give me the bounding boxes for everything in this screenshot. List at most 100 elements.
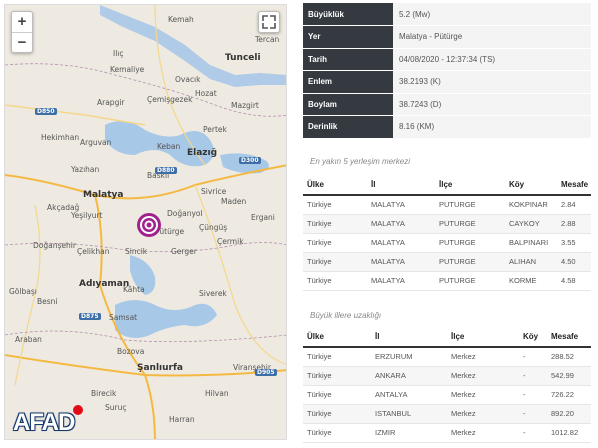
city-label: Ilıç <box>113 49 124 58</box>
info-row-latitude: Enlem 38.2193 (K) <box>303 70 591 94</box>
earthquake-info-table: Büyüklük 5.2 (Mw) Yer Malatya - Pütürge … <box>303 3 591 139</box>
city-label: Hekimhan <box>41 133 80 142</box>
city-label: Elazığ <box>187 148 218 158</box>
distances-section-title: Büyük illere uzaklığı <box>310 311 382 320</box>
table-row: Türkiye ANTALYA Merkez - 726.22 <box>303 385 591 405</box>
table-cell: PUTURGE <box>435 252 505 272</box>
city-label: Sivrice <box>201 187 227 196</box>
table-cell: 3.55 <box>557 233 591 253</box>
city-label: Besni <box>37 297 58 306</box>
column-header: Mesafe <box>557 175 591 196</box>
table-cell: 2.88 <box>557 214 591 234</box>
city-label: Hilvan <box>205 389 229 398</box>
table-cell: MALATYA <box>367 271 435 291</box>
table-cell: ISTANBUL <box>371 404 447 424</box>
city-label: Yazıhan <box>71 165 100 174</box>
road-shield: D880 <box>155 167 177 174</box>
info-key: Büyüklük <box>303 3 393 26</box>
info-value: 38.2193 (K) <box>393 70 591 94</box>
table-cell: ANKARA <box>371 366 447 386</box>
info-key: Tarih <box>303 48 393 71</box>
major-cities-distance-table: Ülke İl İlçe Köy Mesafe Türkiye ERZURUM … <box>303 327 591 443</box>
info-row-depth: Derinlik 8.16 (KM) <box>303 115 591 139</box>
road-shield: D300 <box>239 157 261 164</box>
table-cell: - <box>519 423 547 443</box>
city-label: Birecik <box>91 389 117 398</box>
column-header: İlçe <box>447 327 519 348</box>
table-cell: KORME <box>505 271 557 291</box>
table-row: Türkiye ERZURUM Merkez - 288.52 <box>303 347 591 367</box>
table-cell: ERZURUM <box>371 347 447 367</box>
nearest-section-title: En yakın 5 yerleşim merkezi <box>310 157 411 166</box>
city-label: Çelikhan <box>77 247 110 256</box>
city-label: Doğanşehir <box>33 241 76 250</box>
city-label: Araban <box>15 335 42 344</box>
epicenter-marker-icon[interactable] <box>136 212 162 238</box>
table-cell: MALATYA <box>367 233 435 253</box>
road-shield: D850 <box>35 108 57 115</box>
info-row-magnitude: Büyüklük 5.2 (Mw) <box>303 3 591 26</box>
table-cell: Türkiye <box>303 195 367 215</box>
table-cell: ALIHAN <box>505 252 557 272</box>
table-cell: PUTURGE <box>435 214 505 234</box>
table-cell: IZMIR <box>371 423 447 443</box>
city-label: Kemah <box>168 15 194 24</box>
fullscreen-button[interactable] <box>258 11 280 33</box>
city-label: Çemişgezek <box>147 95 193 104</box>
nearest-settlements-table: Ülke İl İlçe Köy Mesafe Türkiye MALATYA … <box>303 175 591 291</box>
table-cell: Türkiye <box>303 404 371 424</box>
table-cell: PUTURGE <box>435 271 505 291</box>
info-key: Boylam <box>303 93 393 116</box>
table-row: Türkiye ANKARA Merkez - 542.99 <box>303 366 591 386</box>
city-label: Arapgir <box>97 98 125 107</box>
table-cell: 726.22 <box>547 385 591 405</box>
info-value: 8.16 (KM) <box>393 115 591 139</box>
table-cell: 892.20 <box>547 404 591 424</box>
table-cell: Türkiye <box>303 366 371 386</box>
city-label: Adıyaman <box>79 279 130 289</box>
earthquake-map[interactable]: + − Kemah Tercan Ilıç Kemaliye Tunceli H… <box>4 4 287 440</box>
table-cell: - <box>519 347 547 367</box>
flag-icon <box>73 405 83 415</box>
table-cell: BALPINARI <box>505 233 557 253</box>
info-row-location: Yer Malatya - Pütürge <box>303 25 591 49</box>
column-header: Köy <box>519 327 547 348</box>
table-cell: Türkiye <box>303 214 367 234</box>
info-value: 38.7243 (D) <box>393 93 591 116</box>
city-label: Gerger <box>171 247 197 256</box>
afad-logo: AFAD <box>13 409 75 436</box>
city-label: Şanlıurfa <box>137 363 183 373</box>
zoom-in-button[interactable]: + <box>12 12 32 32</box>
city-label: Kâhta <box>123 285 145 294</box>
column-header: İlçe <box>435 175 505 196</box>
table-cell: Türkiye <box>303 347 371 367</box>
table-cell: - <box>519 366 547 386</box>
info-key: Enlem <box>303 70 393 94</box>
city-label: Samsat <box>109 313 138 322</box>
city-label: Suruç <box>105 403 127 412</box>
table-cell: Türkiye <box>303 423 371 443</box>
info-key: Derinlik <box>303 115 393 139</box>
info-value: Malatya - Pütürge <box>393 25 591 49</box>
city-label: Yeşilyurt <box>71 211 103 220</box>
table-cell: Merkez <box>447 366 519 386</box>
table-row: Türkiye MALATYA PUTURGE ALIHAN 4.50 <box>303 252 591 272</box>
column-header: Ülke <box>303 175 367 196</box>
city-label: Arguvan <box>80 138 112 147</box>
fullscreen-icon <box>262 15 276 29</box>
city-label: Kemaliye <box>110 65 145 74</box>
city-label: Mazgirt <box>231 101 259 110</box>
zoom-out-button[interactable]: − <box>12 32 32 52</box>
table-cell: Merkez <box>447 404 519 424</box>
city-label: Çüngüş <box>199 223 228 232</box>
table-row: Türkiye MALATYA PUTURGE KORME 4.58 <box>303 271 591 291</box>
city-label: Doğanyol <box>167 209 203 218</box>
city-label: Malatya <box>83 190 124 200</box>
city-label: Hozat <box>195 89 217 98</box>
city-label: Keban <box>157 142 181 151</box>
road-shield: D875 <box>79 313 101 320</box>
table-cell: 4.58 <box>557 271 591 291</box>
info-row-longitude: Boylam 38.7243 (D) <box>303 93 591 116</box>
city-label: Tunceli <box>225 53 261 63</box>
table-cell: Merkez <box>447 347 519 367</box>
